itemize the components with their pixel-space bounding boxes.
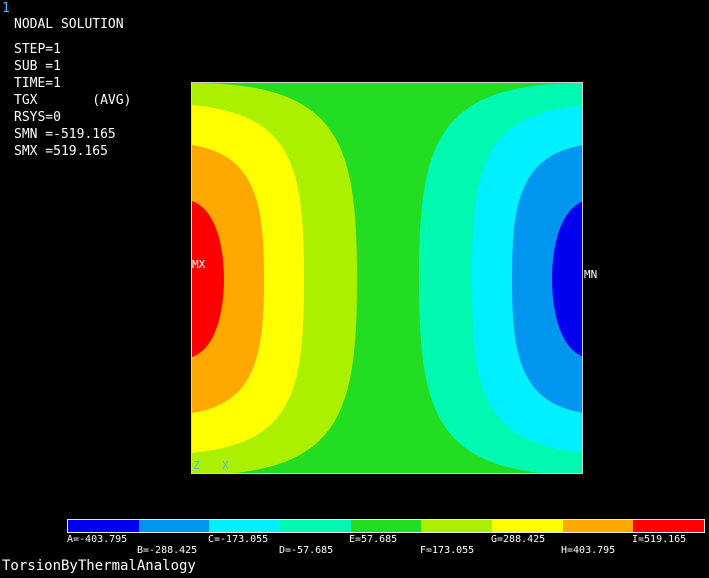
legend-swatch (633, 520, 705, 532)
info-step: STEP=1 (14, 42, 61, 57)
legend-swatch (492, 520, 563, 532)
legend-label-d: D=-57.685 (279, 545, 334, 556)
legend-swatch (421, 520, 493, 532)
min-marker: MN (584, 268, 598, 281)
triad-x-label: X (222, 459, 229, 472)
legend-label-c: C=-173.055 (208, 534, 269, 545)
info-result-item: TGX (AVG) (14, 93, 132, 108)
info-smn: SMN =-519.165 (14, 127, 116, 142)
legend-label-i: I=519.165 (632, 534, 687, 545)
info-substep: SUB =1 (14, 59, 61, 74)
contour-plot[interactable] (191, 82, 583, 474)
legend-swatch (138, 520, 210, 532)
legend-label-a: A=-403.795 (67, 534, 128, 545)
legend-swatch (68, 520, 139, 532)
window-number: 1 (2, 1, 10, 16)
max-marker: MX (192, 258, 206, 271)
color-legend-bar (67, 519, 705, 533)
legend-swatch (562, 520, 634, 532)
footer-title: TorsionByThermalAnalogy (2, 558, 196, 574)
contour-bands-right (419, 83, 582, 473)
contour-bands-left (192, 83, 357, 473)
legend-label-f: F=173.055 (420, 545, 475, 556)
legend-label-g: G=288.425 (491, 534, 546, 545)
info-smx: SMX =519.165 (14, 144, 108, 159)
legend-label-h: H=403.795 (561, 545, 616, 556)
info-time: TIME=1 (14, 76, 61, 91)
legend-swatch (280, 520, 351, 532)
legend-swatch (209, 520, 281, 532)
legend-label-b: B=-288.425 (137, 545, 198, 556)
plot-title: NODAL SOLUTION (14, 17, 124, 32)
triad-z-label: Z (193, 459, 200, 472)
info-rsys: RSYS=0 (14, 110, 61, 125)
legend-swatch (350, 520, 422, 532)
legend-label-e: E=57.685 (349, 534, 398, 545)
contour-plot-svg (192, 83, 582, 473)
